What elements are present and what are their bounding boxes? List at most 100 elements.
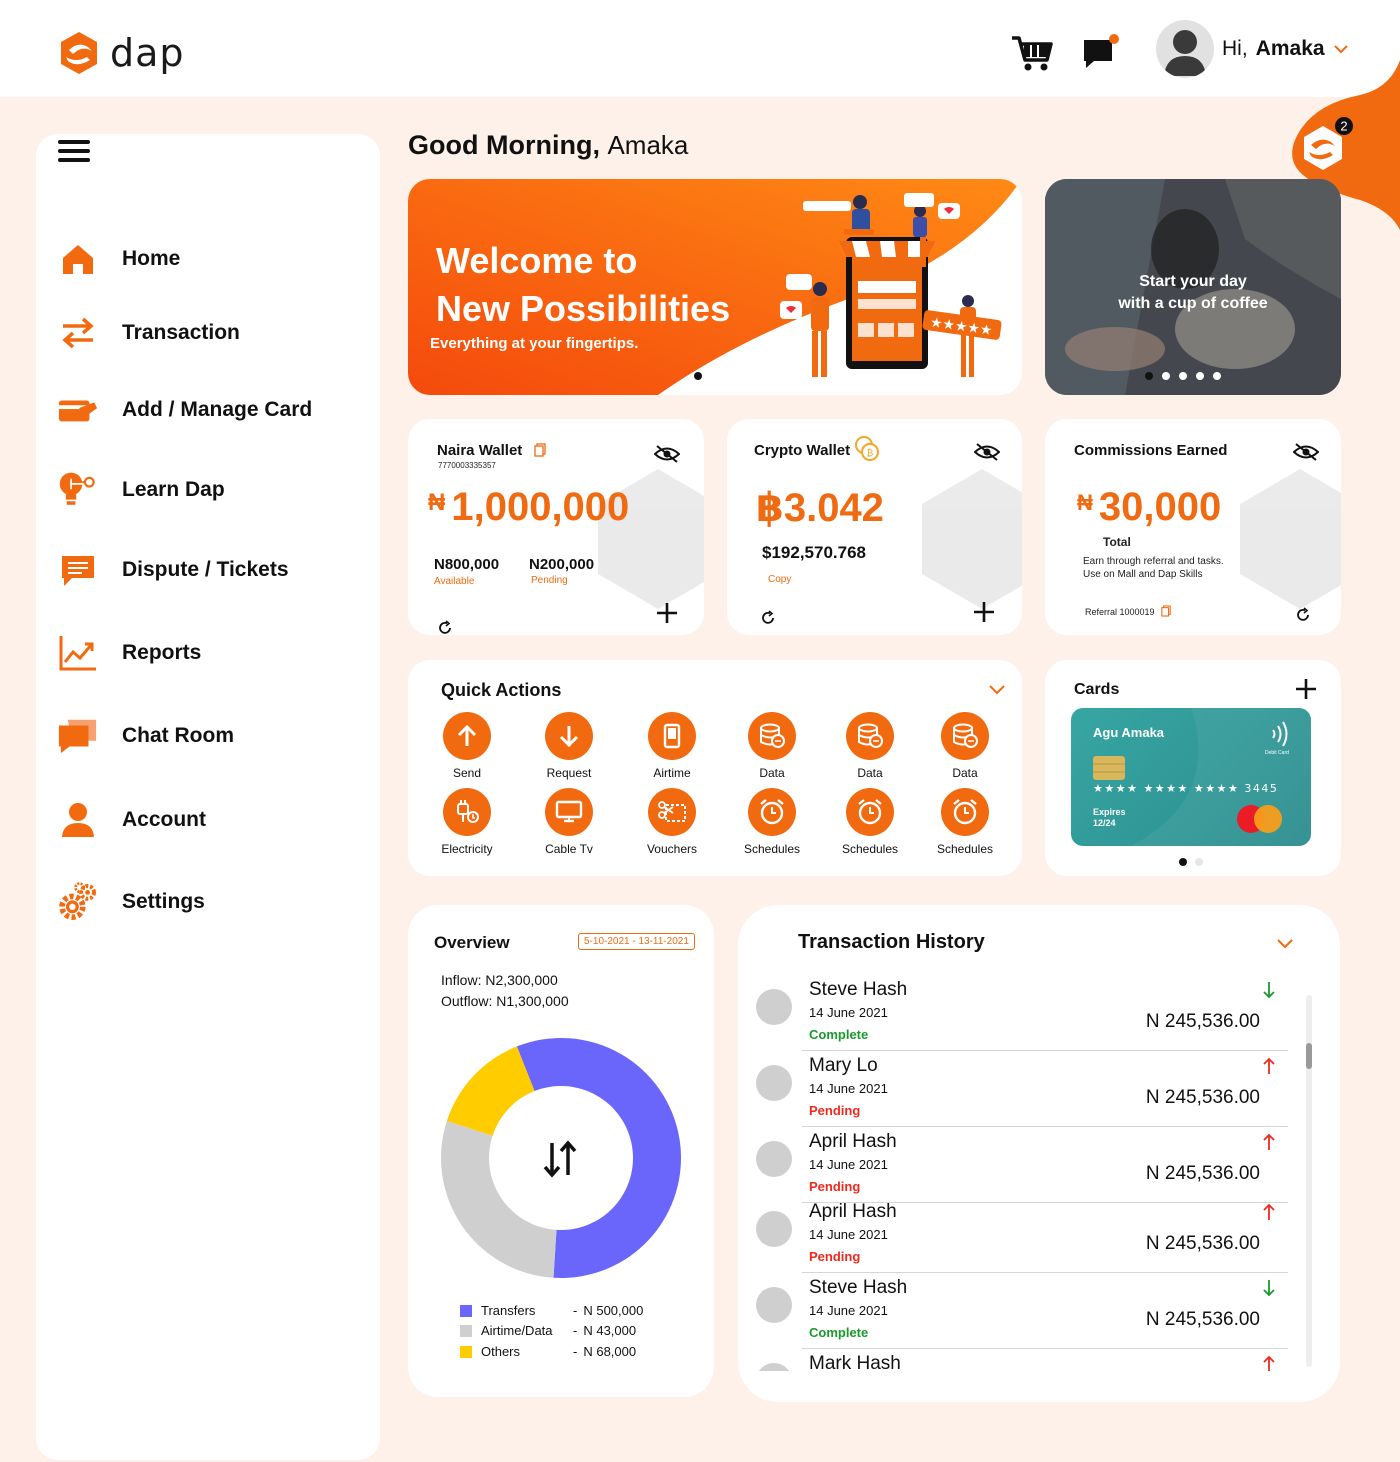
voucher-icon	[648, 788, 696, 836]
add-crypto-icon[interactable]	[973, 601, 995, 623]
transaction-row[interactable]: April Hash 14 June 2021 Pending N 245,536.0…	[756, 1127, 1288, 1203]
hide-balance-icon[interactable]	[974, 443, 1000, 461]
cart-icon[interactable]	[1010, 34, 1054, 72]
quick-action-data[interactable]: Data	[727, 712, 817, 780]
welcome-banner[interactable]: ★★★★★ Welcome to New Possibilities Every…	[408, 179, 1022, 395]
chevron-down-icon[interactable]	[988, 684, 1006, 696]
scrollbar[interactable]	[1306, 995, 1312, 1367]
quick-action-label: Send	[452, 766, 482, 780]
svg-text:₿: ₿	[867, 448, 874, 458]
transaction-avatar	[756, 989, 792, 1025]
dap-logo[interactable]: dap	[56, 30, 185, 76]
sidebar-item-reports[interactable]: Reports	[58, 633, 201, 673]
sidebar-item-label: Home	[122, 247, 181, 270]
transaction-history-card: Transaction History Steve Hash 14 June 20…	[738, 905, 1340, 1402]
messages-icon[interactable]	[1082, 34, 1120, 70]
sidebar-item-learn-dap[interactable]: Learn Dap	[58, 470, 225, 510]
carousel-dot[interactable]	[711, 372, 719, 380]
quick-action-schedules[interactable]: Schedules	[825, 788, 915, 856]
quick-action-label: Data	[759, 766, 785, 780]
chart-icon	[58, 633, 98, 673]
quick-action-label: Schedules	[841, 842, 899, 856]
scrollbar-thumb[interactable]	[1306, 1043, 1312, 1069]
pending-label: Pending	[531, 575, 568, 586]
banner-subtitle: Everything at your fingertips.	[430, 335, 639, 352]
debit-card[interactable]: Agu Amaka Debit Card ★★★★ ★★★★ ★★★★ 3445…	[1071, 708, 1311, 846]
transaction-amount: N 245,536.00	[1145, 1011, 1260, 1032]
refresh-icon[interactable]	[437, 620, 453, 635]
copy-icon[interactable]	[534, 443, 546, 457]
pending-amount: N200,000	[529, 556, 595, 573]
carousel-dot[interactable]	[1179, 858, 1187, 866]
floating-dap-button[interactable]: 2	[1288, 112, 1358, 182]
hide-balance-icon[interactable]	[654, 445, 680, 463]
sidebar-item-dispute-tickets[interactable]: Dispute / Tickets	[58, 550, 289, 590]
transaction-row[interactable]: Steve Hash 14 June 2021 Complete N 245,536.…	[756, 975, 1288, 1051]
transaction-amount: N 245,536.00	[1145, 1233, 1260, 1254]
crypto-balance: ฿3.042	[756, 486, 884, 530]
alarm-icon	[846, 788, 894, 836]
sidebar-item-settings[interactable]: Settings	[58, 882, 205, 922]
note-line2: Use on Mall and Dap Skills	[1083, 569, 1203, 580]
quick-action-schedules[interactable]: Schedules	[727, 788, 817, 856]
sidebar-item-account[interactable]: Account	[58, 800, 206, 840]
sidebar-item-transaction[interactable]: Transaction	[58, 313, 240, 353]
quick-action-data[interactable]: Data	[825, 712, 915, 780]
quick-action-data[interactable]: Data	[920, 712, 1010, 780]
quick-action-cable-tv[interactable]: Cable Tv	[524, 788, 614, 856]
sidebar-item-label: Reports	[122, 641, 202, 664]
quick-action-electricity[interactable]: Electricity	[422, 788, 512, 856]
transaction-row[interactable]: Steve Hash 14 June 2021 Complete N 245,536.…	[756, 1273, 1288, 1349]
transaction-row[interactable]: April Hash 14 June 2021 Pending N 245,536.0…	[756, 1197, 1288, 1273]
coffee-promo-banner[interactable]: Start your day with a cup of coffee	[1045, 179, 1341, 395]
quick-action-send[interactable]: Send	[422, 712, 512, 780]
sidebar-item-chat-room[interactable]: Chat Room	[58, 716, 234, 756]
banner-title-line2: New Possibilities	[436, 288, 731, 329]
quick-action-vouchers[interactable]: Vouchers	[627, 788, 717, 856]
transaction-row[interactable]: Mary Lo 14 June 2021 Pending N 245,536.00	[756, 1051, 1288, 1127]
carousel-dot[interactable]	[1145, 372, 1153, 380]
refresh-icon[interactable]	[760, 610, 776, 626]
hide-balance-icon[interactable]	[1293, 443, 1319, 461]
quick-action-label: Airtime	[653, 766, 691, 780]
transaction-status: Pending	[809, 1103, 861, 1118]
lightbulb-icon	[58, 470, 98, 510]
note-line1: Earn through referral and tasks.	[1083, 556, 1224, 567]
carousel-dot[interactable]	[1196, 372, 1204, 380]
copy-icon[interactable]	[1161, 605, 1171, 617]
carousel-dot[interactable]	[1162, 372, 1170, 380]
transaction-status: Complete	[809, 1325, 869, 1340]
currency-symbol: ₦	[428, 489, 446, 516]
quick-action-request[interactable]: Request	[524, 712, 614, 780]
transaction-amount: N 245,536.00	[1145, 1087, 1260, 1108]
carousel-dot[interactable]	[728, 372, 736, 380]
carousel-dot[interactable]	[1195, 858, 1203, 866]
transaction-date: 14 June 2021	[809, 1303, 888, 1318]
transaction-row[interactable]: Mark Hash	[756, 1349, 1288, 1371]
transfer-arrows-icon	[58, 313, 98, 353]
carousel-dot[interactable]	[694, 372, 702, 380]
add-funds-icon[interactable]	[656, 602, 678, 624]
refresh-icon[interactable]	[1295, 607, 1311, 623]
currency-symbol: ₦	[1077, 490, 1093, 515]
wallet-watermark	[1240, 469, 1341, 609]
arrow-down-icon	[1263, 1280, 1275, 1297]
sidebar-item-add-manage-card[interactable]: Add / Manage Card	[58, 390, 312, 430]
banner-title: Welcome to New Possibilities	[436, 237, 730, 333]
cards-widget: Cards Agu Amaka Debit Card ★★★★ ★★★★ ★★★…	[1045, 660, 1341, 876]
sidebar-item-home[interactable]: Home	[58, 239, 180, 279]
quick-action-schedules[interactable]: Schedules	[920, 788, 1010, 856]
quick-action-airtime[interactable]: Airtime	[627, 712, 717, 780]
balance-amount: 1,000,000	[451, 485, 630, 529]
hamburger-menu-icon[interactable]	[58, 138, 90, 164]
legend-label: Transfers	[481, 1303, 536, 1318]
available-amount: N800,000	[434, 556, 500, 573]
plug-icon	[443, 788, 491, 836]
user-avatar	[1156, 20, 1214, 78]
carousel-dot[interactable]	[1213, 372, 1221, 380]
add-card-icon[interactable]	[1295, 678, 1317, 700]
carousel-dot[interactable]	[1179, 372, 1187, 380]
date-range-picker[interactable]: 5-10-2021 - 13-11-2021	[578, 933, 695, 950]
sidebar-item-label: Add / Manage Card	[122, 398, 313, 421]
copy-link[interactable]: Copy	[768, 574, 791, 585]
